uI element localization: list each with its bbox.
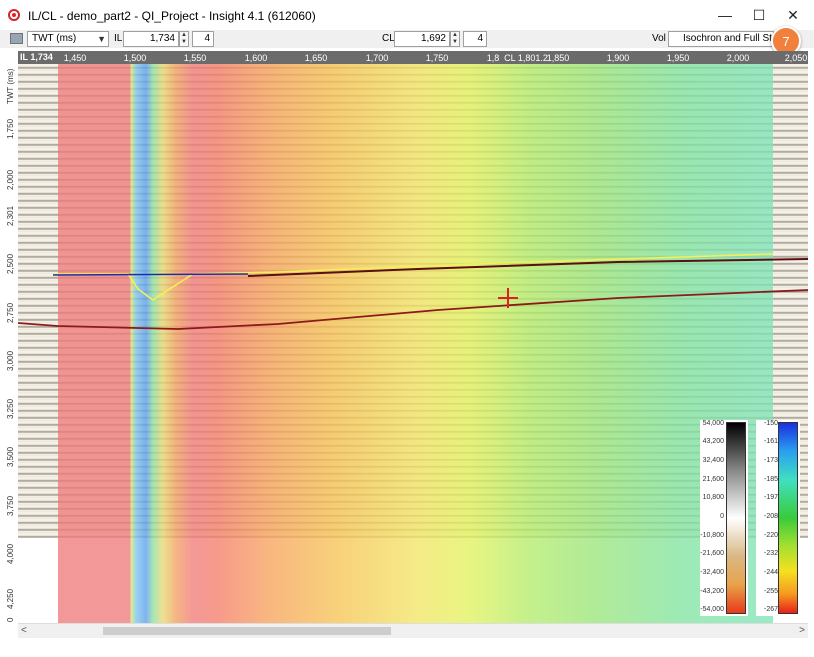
colorbar-label: -173: [763, 457, 778, 464]
volume-select[interactable]: Isochron and Full Stack: [668, 31, 774, 47]
axis-tick: 4,250: [6, 588, 15, 609]
colorbar-label: 32,400: [702, 457, 724, 464]
axis-tick: 2,500: [6, 253, 15, 274]
colorbar-label: -208: [763, 513, 778, 520]
chevron-down-icon: ▼: [97, 34, 106, 44]
ruler-tick: 1,850: [546, 53, 570, 63]
colorbar-label: 54,000: [702, 420, 724, 427]
axis-tick: 3,750: [6, 495, 15, 516]
ruler-cursor-tick: CL 1,801.2: [504, 53, 548, 63]
axis-tick: 3,250: [6, 398, 15, 419]
axis-tick: 1,750: [6, 118, 15, 139]
il-tag: IL 1,734: [20, 52, 53, 62]
ruler-tick: 1,700: [365, 53, 389, 63]
ruler-tick: 1,600: [244, 53, 268, 63]
colorbar-label: 21,600: [702, 476, 724, 483]
scroll-right-button[interactable]: >: [799, 625, 805, 636]
axis-tick: 3,500: [6, 446, 15, 467]
colorbar-label: 10,800: [702, 494, 724, 501]
horizon-red: [18, 289, 808, 330]
domain-select[interactable]: TWT (ms) ▼: [27, 31, 109, 47]
axis-tick: 2,750: [6, 302, 15, 323]
ruler-tick: 2,000: [726, 53, 750, 63]
seismic-section[interactable]: 54,000 43,200 32,400 21,600 10,800 0 -10…: [18, 64, 808, 624]
minimize-button[interactable]: —: [708, 0, 742, 30]
ruler-tick: 1,650: [304, 53, 328, 63]
ruler-tick: 1,900: [606, 53, 630, 63]
axis-label: TWT (ms): [6, 68, 15, 104]
cl-spinner[interactable]: ▲ ▼: [450, 31, 460, 47]
cl-ruler: IL 1,734 1,450 1,500 1,550 1,600 1,650 1…: [18, 51, 808, 64]
cl-label: CL: [382, 33, 395, 44]
colorbar-label: 43,200: [702, 438, 724, 445]
ruler-tick: 1,750: [425, 53, 449, 63]
axis-tick: 4,000: [6, 543, 15, 564]
il-spinner[interactable]: ▲ ▼: [179, 31, 189, 47]
cl-input[interactable]: 1,692: [394, 31, 450, 47]
axis-tick: 3,000: [6, 350, 15, 371]
il-step-input[interactable]: 4: [192, 31, 214, 47]
crosshair-cursor: [498, 288, 518, 308]
colorbar-label: -10,800: [700, 532, 724, 539]
colorbar-label: -232: [763, 550, 778, 557]
scroll-left-button[interactable]: <: [21, 625, 27, 636]
cl-step-input[interactable]: 4: [463, 31, 487, 47]
colorbar-label: -220: [763, 532, 778, 539]
horizon-blue: [52, 273, 249, 276]
window-title: IL/CL - demo_part2 - QI_Project - Insigh…: [28, 9, 316, 23]
colorbar-label: -161: [763, 438, 778, 445]
ruler-tick: 1,500: [123, 53, 147, 63]
ruler-tick: 1,950: [666, 53, 690, 63]
footer: [0, 642, 814, 657]
close-button[interactable]: ✕: [776, 0, 810, 30]
ruler-tick: 2,050: [784, 53, 808, 63]
ruler-tick: 1,450: [63, 53, 87, 63]
isochron-colorbar: -150 -161 -173 -185 -197 -208 -220 -232 …: [756, 420, 800, 616]
axis-tick: 2,000: [6, 169, 15, 190]
app-logo-icon: [8, 9, 20, 21]
horizontal-scrollbar[interactable]: < >: [18, 623, 808, 638]
il-input[interactable]: 1,734: [123, 31, 179, 47]
scroll-thumb[interactable]: [103, 627, 391, 635]
colorbar-label: -197: [763, 494, 778, 501]
colorbar-label: -244: [763, 569, 778, 576]
colorbar-label: -185: [763, 476, 778, 483]
ruler-tick: 1,550: [183, 53, 207, 63]
colorbar-label: -150: [763, 420, 778, 427]
seismic-colorbar: 54,000 43,200 32,400 21,600 10,800 0 -10…: [700, 420, 748, 616]
colorbar-label: -54,000: [700, 606, 724, 613]
ruler-tick: 1,8: [486, 53, 500, 63]
camera-icon[interactable]: [10, 33, 23, 44]
axis-tick: 0: [6, 617, 15, 622]
maximize-button[interactable]: ☐: [742, 0, 776, 30]
twt-axis: TWT (ms) 1,750 2,000 2,301 2,500 2,750 3…: [6, 64, 18, 624]
isochron-colorbar-gradient: [778, 422, 798, 614]
colorbar-label: 0: [720, 513, 724, 520]
title-bar: IL/CL - demo_part2 - QI_Project - Insigh…: [0, 0, 814, 30]
colorbar-label: -267: [763, 606, 778, 613]
horizons-layer: [18, 253, 808, 330]
colorbar-label: -32,400: [700, 569, 724, 576]
seismic-colorbar-gradient: [726, 422, 746, 614]
axis-tick: 2,301: [6, 205, 15, 226]
toolbar: TWT (ms) ▼ IL 1,734 ▲ ▼ 4 CL 1,692 ▲ ▼ 4 V…: [0, 30, 814, 48]
il-label: IL: [114, 33, 123, 44]
colorbar-label: -255: [763, 588, 778, 595]
vol-label: Vol: [652, 33, 666, 44]
colorbar-label: -21,600: [700, 550, 724, 557]
colorbar-label: -43,200: [700, 588, 724, 595]
